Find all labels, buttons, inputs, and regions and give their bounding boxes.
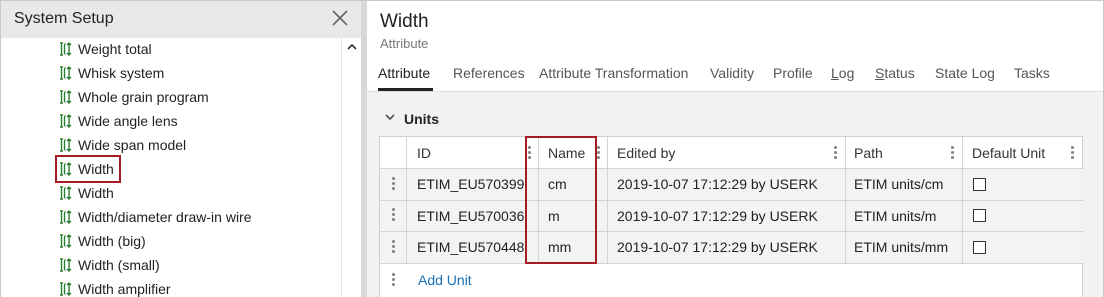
tree-item[interactable]: Wide span model xyxy=(59,134,186,156)
row-handle-icon[interactable] xyxy=(391,240,395,254)
column-header-edited-by[interactable]: Edited by xyxy=(617,144,675,162)
tree-item[interactable]: Width amplifier xyxy=(59,278,171,297)
cell-id: ETIM_EU570448 xyxy=(417,239,525,255)
tree-item-label: Weight total xyxy=(78,41,152,57)
tree-item[interactable]: Width/diameter draw-in wire xyxy=(59,206,252,228)
attribute-icon xyxy=(60,66,72,80)
section-title: Units xyxy=(404,111,439,127)
tree-item[interactable]: Wide angle lens xyxy=(59,110,178,132)
tree-item[interactable]: Whole grain program xyxy=(59,86,209,108)
attribute-icon xyxy=(60,42,72,56)
tree-item-label: Width (big) xyxy=(78,233,146,249)
column-header-id[interactable]: ID xyxy=(417,144,431,162)
attribute-icon xyxy=(60,186,72,200)
cell-path: ETIM units/m xyxy=(854,208,937,224)
row-handle-icon[interactable] xyxy=(391,208,395,222)
attribute-icon xyxy=(60,234,72,248)
attribute-icon xyxy=(60,138,72,152)
detail-panel: Width Attribute Attribute References Att… xyxy=(367,1,1103,297)
default-unit-checkbox[interactable] xyxy=(973,178,986,191)
tree-item-label: Width xyxy=(78,185,114,201)
tab-status[interactable]: Status xyxy=(875,65,915,81)
page-subtitle: Attribute xyxy=(380,36,429,51)
attribute-icon xyxy=(60,162,72,176)
tree-scrollbar[interactable] xyxy=(341,38,361,297)
row-divider xyxy=(380,200,1084,201)
attribute-icon xyxy=(60,114,72,128)
close-icon[interactable] xyxy=(331,8,349,28)
tree-item-label: Whisk system xyxy=(78,65,165,81)
cell-edited-by: 2019-10-07 17:12:29 by USERK xyxy=(617,176,818,192)
units-table: ID Name Edited by Path Default Unit ETIM… xyxy=(379,136,1084,297)
tree-item-label: Wide span model xyxy=(78,137,187,153)
attribute-icon xyxy=(60,282,72,296)
attribute-icon xyxy=(60,258,72,272)
tree-item-label: Wide angle lens xyxy=(78,113,178,129)
default-unit-checkbox[interactable] xyxy=(973,241,986,254)
tab-validity[interactable]: Validity xyxy=(710,65,754,81)
units-section: Units ID Name Edited by Path Default Uni… xyxy=(367,92,1103,297)
tree-item-label: Width xyxy=(78,161,114,177)
chevron-down-icon[interactable] xyxy=(384,112,396,122)
tree-item-label: Whole grain program xyxy=(78,89,209,105)
tree-item[interactable]: Width (small) xyxy=(59,254,160,276)
tree-item[interactable]: Whisk system xyxy=(59,62,164,84)
attribute-icon xyxy=(60,210,72,224)
col-divider xyxy=(962,137,963,263)
cell-id: ETIM_EU570036 xyxy=(417,208,525,224)
tab-log[interactable]: Log xyxy=(831,65,854,81)
col-divider xyxy=(406,137,407,263)
tree-item-selected[interactable]: Width xyxy=(55,155,121,183)
app-window: System Setup Weight total Whisk system W… xyxy=(0,0,1104,297)
default-unit-checkbox[interactable] xyxy=(973,209,986,222)
cell-path: ETIM units/cm xyxy=(854,176,944,192)
row-divider xyxy=(380,168,1084,169)
page-title: Width xyxy=(380,11,429,32)
col-divider xyxy=(845,137,846,263)
row-divider xyxy=(380,263,1084,264)
add-unit-link[interactable]: Add Unit xyxy=(418,272,472,288)
tab-attribute-transformation[interactable]: Attribute Transformation xyxy=(539,65,688,81)
cell-edited-by: 2019-10-07 17:12:29 by USERK xyxy=(617,239,818,255)
column-menu-icon[interactable] xyxy=(1070,146,1074,160)
row-divider xyxy=(380,231,1084,232)
tree-item-label: Width/diameter draw-in wire xyxy=(78,209,252,225)
column-header-path[interactable]: Path xyxy=(854,144,883,162)
column-menu-icon[interactable] xyxy=(833,146,837,160)
tree-item[interactable]: Width xyxy=(59,182,114,204)
tree-item-label: Width amplifier xyxy=(78,281,171,297)
tab-tasks[interactable]: Tasks xyxy=(1014,65,1050,81)
tab-references[interactable]: References xyxy=(453,65,525,81)
attribute-tree: Weight total Whisk system Whole grain pr… xyxy=(1,38,341,297)
cell-path: ETIM units/mm xyxy=(854,239,949,255)
cell-edited-by: 2019-10-07 17:12:29 by USERK xyxy=(617,208,818,224)
panel-title: System Setup xyxy=(14,10,114,27)
tab-state-log[interactable]: State Log xyxy=(935,65,995,81)
row-handle-icon[interactable] xyxy=(391,177,395,191)
tree-item-label: Width (small) xyxy=(78,257,160,273)
tree-item[interactable]: Width (big) xyxy=(59,230,146,252)
panel-header: System Setup xyxy=(1,1,361,38)
tab-attribute[interactable]: Attribute xyxy=(378,65,430,81)
row-handle-icon[interactable] xyxy=(391,273,395,287)
cell-id: ETIM_EU570399 xyxy=(417,176,525,192)
column-menu-icon[interactable] xyxy=(950,146,954,160)
column-header-default-unit[interactable]: Default Unit xyxy=(972,144,1045,162)
name-column-highlight xyxy=(525,136,597,264)
col-divider xyxy=(607,137,608,263)
chevron-up-icon[interactable] xyxy=(346,42,358,52)
attribute-icon xyxy=(60,90,72,104)
tab-profile[interactable]: Profile xyxy=(773,65,813,81)
system-setup-panel: System Setup Weight total Whisk system W… xyxy=(1,1,361,297)
tree-item[interactable]: Weight total xyxy=(59,38,152,60)
